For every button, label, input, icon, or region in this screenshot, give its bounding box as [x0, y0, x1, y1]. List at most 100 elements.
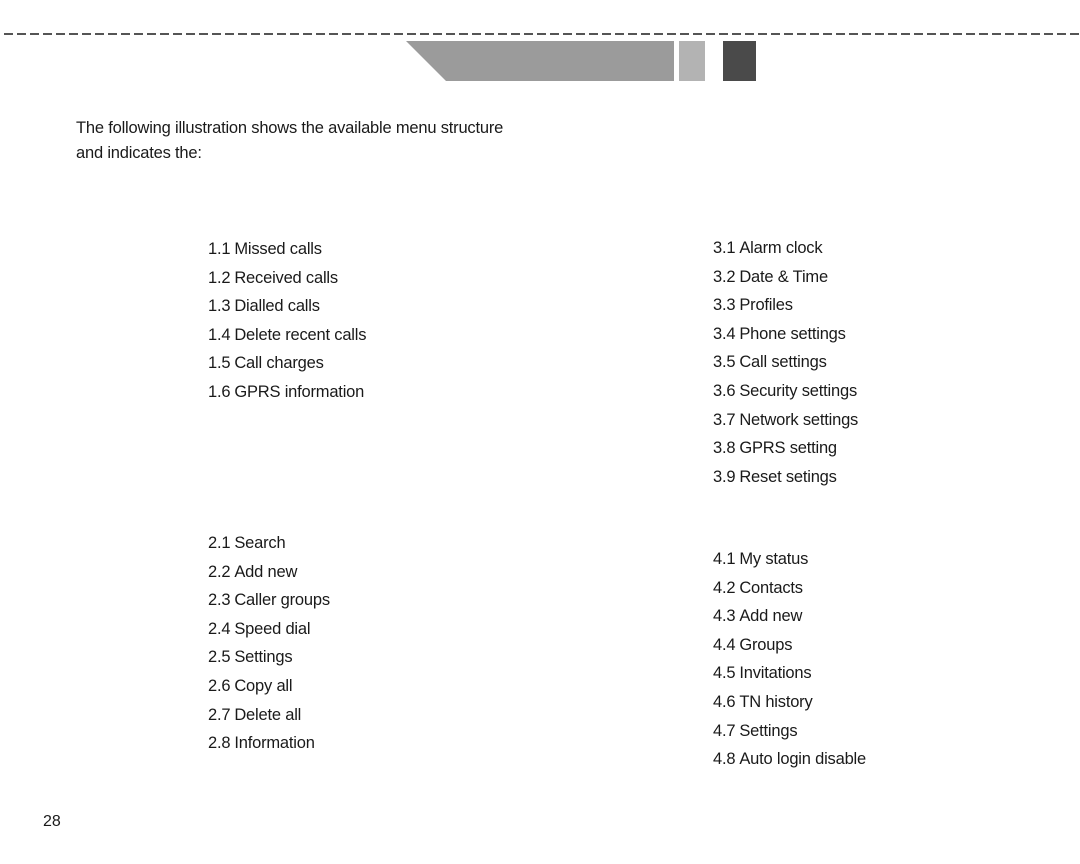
menu-item-number: 1.3 [208, 297, 231, 316]
menu-item: 4.7 Settings [713, 717, 866, 746]
header-dashed-rule [4, 33, 1080, 35]
menu-item-number: 2.4 [208, 619, 231, 638]
menu-item: 1.3 Dialled calls [208, 292, 366, 321]
menu-item-label: Settings [739, 721, 798, 740]
menu-item-number: 3.2 [713, 267, 736, 286]
menu-item: 1.2 Received calls [208, 264, 366, 293]
menu-item-number: 1.6 [208, 382, 231, 401]
menu-item-label: Add new [234, 562, 298, 581]
menu-item-number: 2.6 [208, 676, 231, 695]
menu-item-label: Dialled calls [234, 297, 320, 316]
menu-item-label: Copy all [234, 676, 293, 695]
menu-item-label: GPRS information [234, 382, 365, 401]
menu-item: 4.3 Add new [713, 602, 866, 631]
menu-item-number: 2.2 [208, 562, 231, 581]
menu-item-label: Missed calls [234, 240, 322, 258]
menu-item-label: Call charges [234, 354, 324, 373]
header-dark-block [723, 41, 756, 81]
menu-item: 2.8 Information [208, 729, 330, 758]
menu-item: 4.6 TN history [713, 688, 866, 717]
menu-item: 4.2 Contacts [713, 574, 866, 603]
menu-item-label: Search [234, 534, 286, 552]
menu-item-number: 4.8 [713, 750, 736, 769]
menu-item-number: 3.8 [713, 439, 736, 458]
menu-item-label: Network settings [739, 410, 859, 429]
menu-item: 2.1 Search [208, 529, 330, 558]
menu-item-number: 4.4 [713, 635, 736, 654]
menu-item-label: Received calls [234, 268, 338, 287]
menu-item: 3.7 Network settings [713, 406, 858, 435]
menu-item-number: 3.9 [713, 467, 736, 486]
menu-item-label: My status [739, 550, 809, 568]
menu-item-label: Date & Time [739, 267, 828, 286]
menu-list-1: 1.1 Missed calls 1.2 Received calls 1.3 Diall… [208, 235, 366, 407]
menu-list-2: 2.1 Search 2.2 Add new 2.3 Caller groups 2.4 Sp… [208, 529, 330, 758]
intro-paragraph: The following illustration shows the ava… [76, 119, 504, 162]
menu-item-number: 3.1 [713, 239, 736, 257]
menu-item: 3.1 Alarm clock [713, 234, 858, 263]
menu-list-4: 4.1 My status 4.2 Contacts 4.3 Add new 4.4 Grou… [713, 545, 866, 774]
menu-item-label: Information [234, 734, 315, 753]
menu-item-label: TN history [739, 692, 813, 711]
menu-item-label: Call settings [739, 353, 827, 372]
menu-item: 4.5 Invitations [713, 659, 866, 688]
menu-item: 4.8 Auto login disable [713, 745, 866, 774]
menu-item-label: Settings [234, 648, 293, 667]
menu-item-label: Reset setings [739, 467, 837, 486]
menu-item: 2.5 Settings [208, 643, 330, 672]
menu-list-3: 3.1 Alarm clock 3.2 Date & Time 3.3 Profiles 3… [713, 234, 858, 491]
menu-item: 2.4 Speed dial [208, 615, 330, 644]
menu-item-label: Invitations [739, 664, 812, 683]
menu-item-label: Caller groups [234, 591, 330, 610]
menu-item-number: 3.6 [713, 381, 736, 400]
menu-item: 4.1 My status [713, 545, 866, 574]
menu-item-number: 1.5 [208, 354, 231, 373]
menu-item-label: Phone settings [739, 324, 846, 343]
menu-item-label: Delete recent calls [234, 325, 367, 344]
menu-item-number: 4.7 [713, 721, 736, 740]
menu-item: 3.6 Security settings [713, 377, 858, 406]
menu-item: 1.6 GPRS information [208, 378, 366, 407]
header-banner-block [406, 41, 674, 81]
menu-item-label: GPRS setting [739, 439, 837, 458]
menu-item: 3.4 Phone settings [713, 320, 858, 349]
menu-item-label: Auto login disable [739, 750, 867, 769]
menu-item-number: 2.1 [208, 534, 231, 552]
menu-item: 2.3 Caller groups [208, 586, 330, 615]
menu-item-number: 3.3 [713, 296, 736, 315]
menu-item-label: Profiles [739, 296, 793, 315]
menu-item-number: 2.8 [208, 734, 231, 753]
menu-item: 3.9 Reset setings [713, 463, 858, 492]
menu-item-label: Contacts [739, 578, 803, 597]
menu-item-number: 1.4 [208, 325, 231, 344]
menu-item-number: 4.5 [713, 664, 736, 683]
menu-item-number: 3.7 [713, 410, 736, 429]
menu-item-label: Security settings [739, 381, 857, 400]
menu-item-number: 3.4 [713, 324, 736, 343]
menu-item-number: 2.5 [208, 648, 231, 667]
menu-item-number: 1.2 [208, 268, 231, 287]
menu-item-number: 1.1 [208, 240, 231, 258]
menu-item: 2.2 Add new [208, 558, 330, 587]
menu-item-label: Delete all [234, 705, 302, 724]
header-light-block [679, 41, 705, 81]
menu-item: 3.3 Profiles [713, 291, 858, 320]
menu-item: 3.8 GPRS setting [713, 434, 858, 463]
menu-item: 4.4 Groups [713, 631, 866, 660]
menu-item: 1.5 Call charges [208, 349, 366, 378]
menu-item: 3.5 Call settings [713, 348, 858, 377]
menu-item-number: 4.1 [713, 550, 736, 568]
menu-item: 3.2 Date & Time [713, 263, 858, 292]
menu-item-number: 4.2 [713, 578, 736, 597]
menu-item-label: Speed dial [234, 619, 311, 638]
menu-item-label: Add new [739, 607, 803, 626]
menu-item-number: 2.3 [208, 591, 231, 610]
menu-item: 2.6 Copy all [208, 672, 330, 701]
menu-item: 1.1 Missed calls [208, 235, 366, 264]
menu-item: 2.7 Delete all [208, 701, 330, 730]
menu-item-label: Alarm clock [739, 239, 823, 257]
menu-item-number: 2.7 [208, 705, 231, 724]
menu-item-label: Groups [739, 635, 793, 654]
menu-item-number: 3.5 [713, 353, 736, 372]
menu-item-number: 4.6 [713, 692, 736, 711]
